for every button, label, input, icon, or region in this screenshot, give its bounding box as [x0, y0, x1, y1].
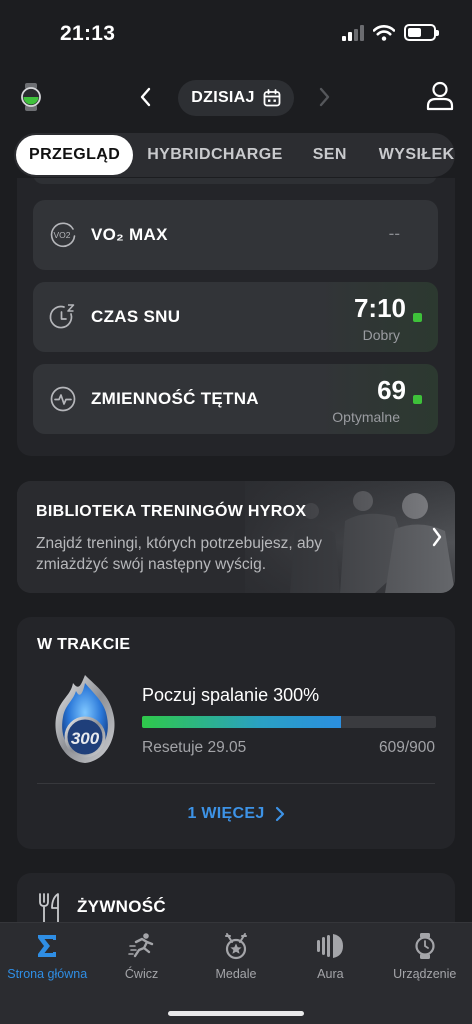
sigma-home-icon: [38, 935, 57, 957]
status-indicator: [413, 313, 422, 322]
flame-badge-icon[interactable]: 300: [47, 673, 123, 767]
nav-label: Aura: [317, 967, 344, 981]
tab-hybridcharge[interactable]: HYBRIDCHARGE: [147, 135, 282, 175]
heart-rate-variability-icon: [50, 386, 76, 412]
cellular-signal-icon: [342, 24, 364, 41]
divider: [37, 783, 435, 784]
summary-card: VO2 VO₂ MAX -- CZAS SNU 7:10 Dobry ZMIEN…: [17, 178, 455, 456]
progress-count: 609/900: [378, 739, 435, 756]
food-label: ŻYWNOŚĆ: [77, 897, 166, 916]
in-progress-title: W TRAKCIE: [37, 636, 131, 653]
metric-vo2max[interactable]: VO2 VO₂ MAX --: [33, 200, 438, 270]
chevron-right-icon: [275, 806, 284, 822]
metric-sleep-time[interactable]: CZAS SNU 7:10 Dobry: [33, 282, 438, 352]
battery-icon: [404, 24, 439, 41]
runner-icon: [127, 933, 153, 958]
show-more-label: 1 WIĘCEJ: [187, 805, 265, 822]
metric-heart-rate-variability[interactable]: ZMIENNOŚĆ TĘTNA 69 Optymalne: [33, 364, 438, 434]
tab-sleep[interactable]: SEN: [313, 135, 347, 175]
status-indicator: [413, 395, 422, 404]
challenge-name: Poczuj spalanie 300%: [142, 685, 320, 705]
hyrox-description: Znajdź treningi, których potrzebujesz, a…: [36, 535, 323, 573]
wifi-icon: [373, 24, 395, 41]
metric-label: VO₂ MAX: [91, 225, 168, 244]
challenge-progress-bar: [142, 716, 436, 728]
tab-exertion[interactable]: WYSIŁEK: [379, 135, 455, 175]
date-label: DZISIAJ: [191, 89, 255, 106]
previous-day-icon[interactable]: [138, 86, 152, 108]
show-more-link[interactable]: 1 WIĘCEJ: [17, 805, 455, 823]
vo2-icon: VO2: [50, 222, 76, 248]
badge-number: 300: [71, 729, 100, 748]
next-day-icon[interactable]: [318, 86, 332, 108]
aura-icon: [317, 934, 344, 958]
date-selector[interactable]: DZISIAJ: [178, 80, 294, 116]
nav-label: Urządzenie: [393, 967, 457, 981]
metric-rating: Optymalne: [332, 409, 400, 425]
progress-fill: [142, 716, 342, 728]
home-indicator: [168, 1011, 304, 1016]
hyrox-library-card[interactable]: BIBLIOTEKA TRENINGÓW HYROX Znajdź trenin…: [17, 481, 455, 593]
status-bar: 21:13: [0, 0, 472, 70]
chevron-right-icon[interactable]: [431, 526, 443, 548]
watch-status-icon[interactable]: [20, 82, 42, 112]
vo2-icon-text: VO2: [53, 230, 70, 240]
sleep-timer-icon: [49, 304, 75, 329]
previous-metric-peek: [33, 178, 437, 184]
profile-icon[interactable]: [426, 81, 454, 111]
nav-medals[interactable]: Medale: [189, 923, 283, 991]
watch-device-icon: [415, 933, 435, 959]
status-icons: [342, 24, 439, 41]
nav-label: Strona główna: [7, 967, 88, 981]
tab-overview[interactable]: PRZEGLĄD: [16, 135, 134, 175]
metric-value: 7:10: [353, 293, 406, 323]
nav-aura[interactable]: Aura: [283, 923, 377, 991]
nav-home[interactable]: Strona główna: [0, 923, 94, 991]
section-tabs: PRZEGLĄD HYBRIDCHARGE SEN WYSIŁEK: [14, 133, 455, 177]
calendar-icon: [263, 89, 281, 107]
hyrox-title: BIBLIOTEKA TRENINGÓW HYROX: [36, 503, 307, 520]
nav-label: Ćwicz: [124, 967, 159, 981]
cutlery-icon: [39, 893, 59, 923]
metric-value: 69: [377, 375, 406, 405]
nav-label: Medale: [215, 967, 257, 981]
reset-date: Resetuje 29.05: [142, 739, 247, 756]
nav-device[interactable]: Urządzenie: [378, 923, 472, 991]
metric-rating: Dobry: [362, 327, 400, 343]
medal-icon: [224, 933, 247, 960]
metric-value: --: [388, 224, 400, 243]
bottom-navigation: Strona główna Ćwicz Medale Aura Urządzen…: [0, 922, 472, 1024]
nav-train[interactable]: Ćwicz: [94, 923, 188, 991]
in-progress-card: W TRAKCIE 300 Poczuj spalanie 300% Reset…: [17, 617, 455, 849]
status-time: 21:13: [60, 22, 116, 45]
metric-label: ZMIENNOŚĆ TĘTNA: [91, 389, 259, 408]
metric-label: CZAS SNU: [91, 307, 181, 326]
top-navigation: DZISIAJ: [0, 76, 472, 120]
